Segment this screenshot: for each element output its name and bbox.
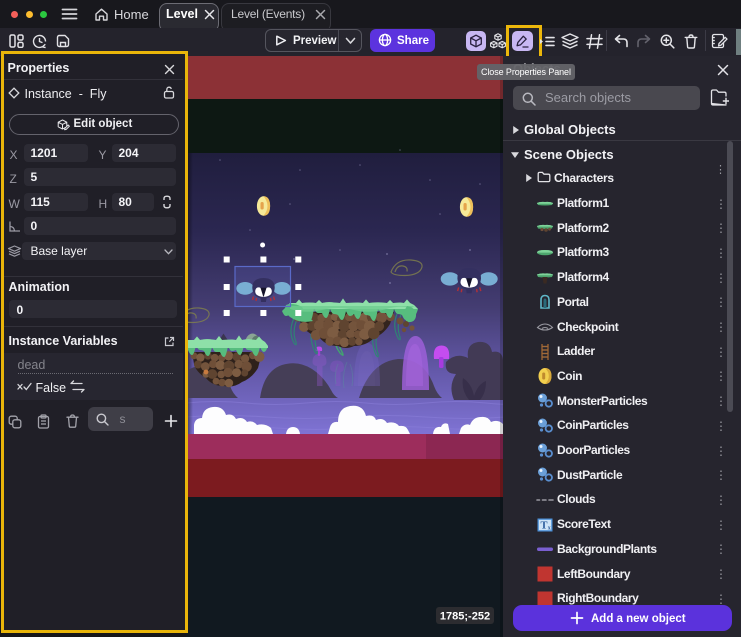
svg-text:T: T — [540, 520, 547, 531]
svg-text:x: x — [548, 525, 551, 531]
svg-text:1785;-252: 1785;-252 — [440, 611, 490, 623]
